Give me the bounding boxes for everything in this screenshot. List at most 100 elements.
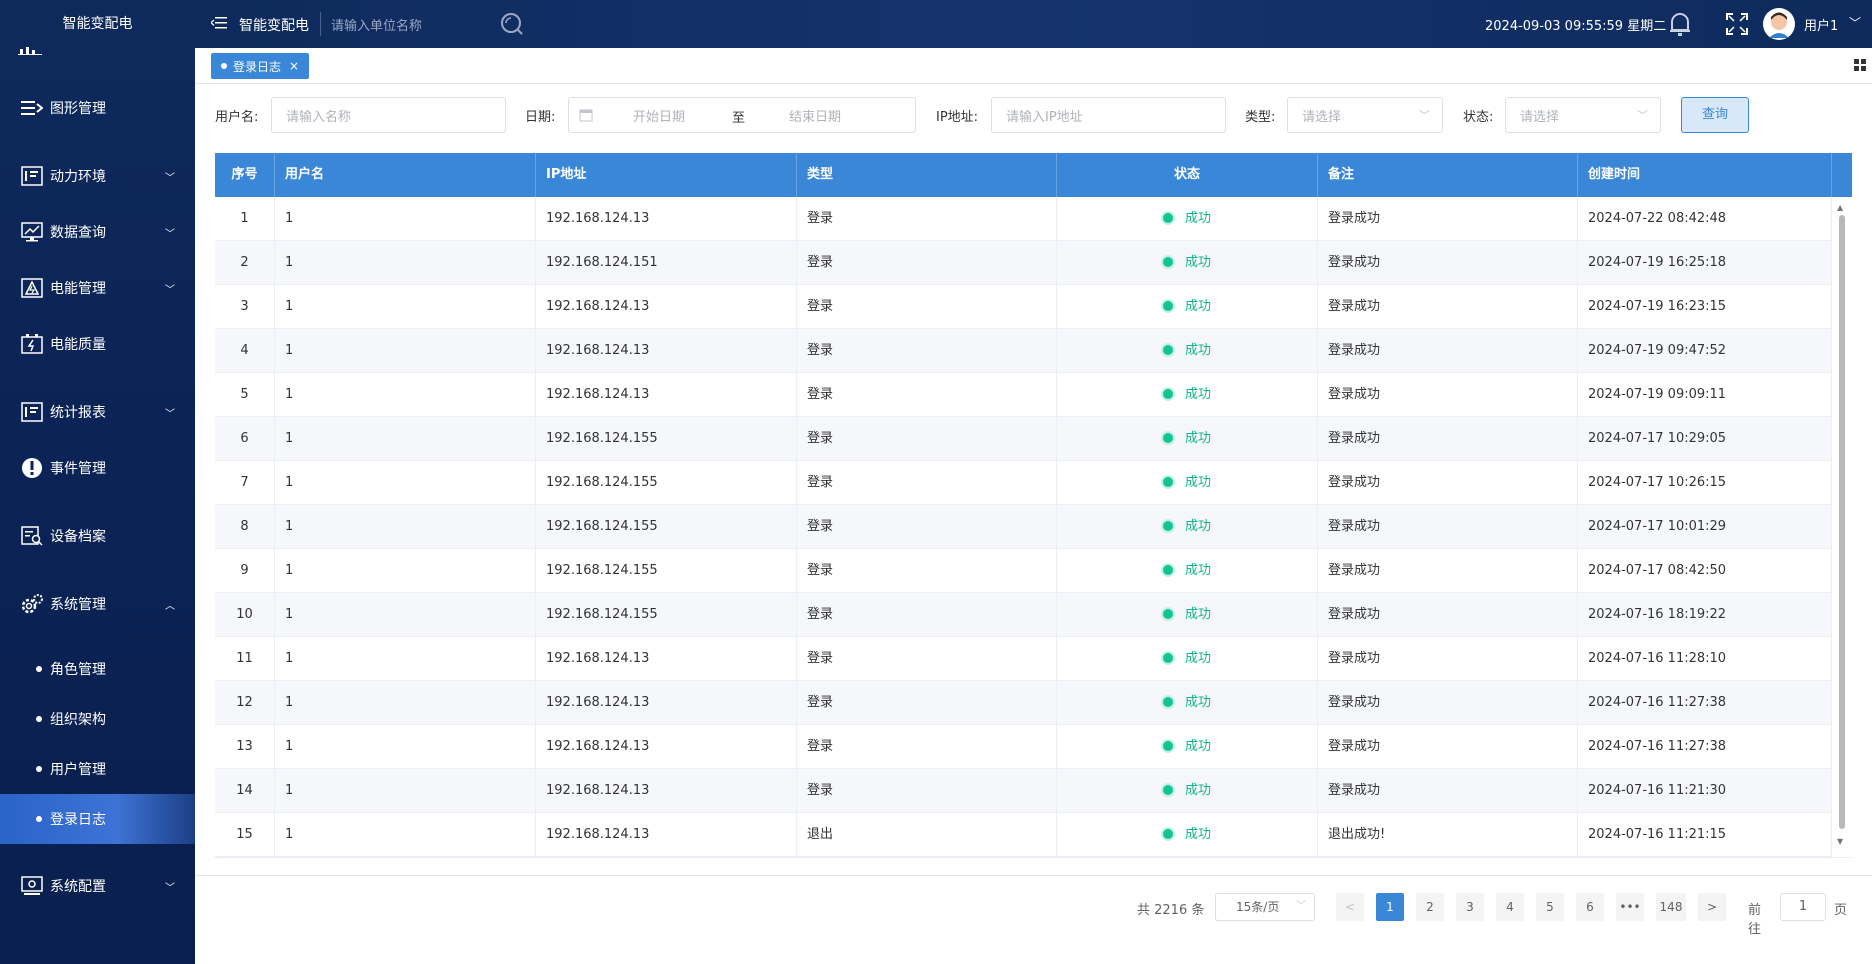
query-button[interactable]: 查询 bbox=[1681, 97, 1749, 133]
grid-menu-icon[interactable] bbox=[1854, 59, 1866, 75]
status-text: 成功 bbox=[1184, 387, 1211, 402]
chevron-down-icon[interactable]: ﹀ bbox=[1849, 14, 1861, 31]
table-row[interactable]: 3 1 192.168.124.13 登录 成功 登录成功 2024-07-19 16:23… bbox=[215, 285, 1832, 329]
sidebar-item-config[interactable]: 系统配置 ﹀ bbox=[0, 866, 195, 906]
sidebar-item-system[interactable]: 系统管理 ︿ bbox=[0, 584, 195, 624]
status-text: 成功 bbox=[1184, 255, 1211, 270]
sidebar-subitem-org[interactable]: 组织架构 bbox=[0, 694, 195, 744]
table-cell: 成功 bbox=[1057, 329, 1318, 373]
tab-login-log[interactable]: 登录日志 × bbox=[211, 53, 310, 79]
menu-collapse-icon[interactable] bbox=[210, 15, 227, 35]
table-cell: 登录成功 bbox=[1318, 285, 1578, 329]
table-row[interactable]: 12 1 192.168.124.13 登录 成功 登录成功 2024-07-16 11:2… bbox=[215, 681, 1832, 725]
tab-dot-icon bbox=[221, 63, 227, 69]
column-header: 用户名 bbox=[275, 153, 536, 197]
table-row[interactable]: 9 1 192.168.124.155 登录 成功 登录成功 2024-07-17 08:4… bbox=[215, 549, 1832, 593]
column-header: 序号 bbox=[215, 153, 275, 197]
close-icon[interactable]: × bbox=[289, 59, 299, 73]
sidebar-item-label: 电能质量 bbox=[50, 337, 106, 353]
status-dot-icon bbox=[1162, 345, 1173, 355]
table-cell: 1 bbox=[275, 681, 536, 725]
page-button[interactable]: 5 bbox=[1536, 893, 1564, 921]
scroll-up-icon[interactable]: ▲ bbox=[1837, 203, 1843, 212]
date-start-placeholder[interactable]: 开始日期 bbox=[633, 106, 685, 125]
status-select[interactable]: 请选择 ﹀ bbox=[1505, 97, 1661, 133]
date-range-picker[interactable]: 开始日期 至 结束日期 bbox=[568, 97, 916, 133]
table-cell: 1 bbox=[275, 197, 536, 241]
sidebar: 智能变配电 图形管理 动力环境 ﹀ 数据查询 ﹀ 电能管理 ﹀ 电能质量 统计报… bbox=[0, 0, 195, 964]
table-cell: 登录 bbox=[797, 285, 1057, 329]
chevron-down-icon: ﹀ bbox=[165, 409, 175, 420]
table-row[interactable]: 2 1 192.168.124.151 登录 成功 登录成功 2024-07-19 16:2… bbox=[215, 241, 1832, 285]
page-size-select[interactable]: 15条/页 ﹀ bbox=[1215, 893, 1315, 921]
table-cell: 12 bbox=[215, 681, 275, 725]
sidebar-subitem-roles[interactable]: 角色管理 bbox=[0, 644, 195, 694]
username-input[interactable]: 请输入名称 bbox=[271, 97, 506, 133]
table-scrollbar[interactable]: ▲ ▼ bbox=[1832, 197, 1852, 857]
chevron-up-icon: ︿ bbox=[165, 601, 175, 612]
bell-icon[interactable] bbox=[1668, 11, 1692, 41]
sidebar-item-graphics[interactable]: 图形管理 bbox=[0, 88, 195, 128]
table-cell: 1 bbox=[275, 549, 536, 593]
sidebar-item-events[interactable]: 事件管理 bbox=[0, 448, 195, 488]
table-row[interactable]: 14 1 192.168.124.13 登录 成功 登录成功 2024-07-16 11:2… bbox=[215, 769, 1832, 813]
table-cell: 1 bbox=[275, 637, 536, 681]
status-text: 成功 bbox=[1184, 299, 1211, 314]
table-row[interactable]: 13 1 192.168.124.13 登录 成功 登录成功 2024-07-16 11:2… bbox=[215, 725, 1832, 769]
user-name[interactable]: 用户1 bbox=[1804, 15, 1838, 34]
table-row[interactable]: 1 1 192.168.124.13 登录 成功 登录成功 2024-07-22 08:42… bbox=[215, 197, 1832, 241]
table-row[interactable]: 15 1 192.168.124.13 退出 成功 退出成功! 2024-07-16 11:… bbox=[215, 813, 1832, 857]
page-button[interactable]: 148 bbox=[1656, 893, 1686, 921]
tabs-bar: 登录日志 × bbox=[195, 48, 1872, 84]
sidebar-item-devices[interactable]: 设备档案 bbox=[0, 516, 195, 556]
page-button[interactable]: 3 bbox=[1456, 893, 1484, 921]
sidebar-item-power-quality[interactable]: 电能质量 bbox=[0, 324, 195, 364]
bullet-icon bbox=[36, 766, 42, 772]
prev-page-button[interactable]: < bbox=[1336, 893, 1364, 921]
sidebar-item-energy[interactable]: 电能管理 ﹀ bbox=[0, 268, 195, 308]
unit-search-input[interactable]: 请输入单位名称 bbox=[331, 15, 422, 34]
table-row[interactable]: 6 1 192.168.124.155 登录 成功 登录成功 2024-07-17 10:2… bbox=[215, 417, 1832, 461]
date-end-placeholder[interactable]: 结束日期 bbox=[789, 106, 841, 125]
table-row[interactable]: 5 1 192.168.124.13 登录 成功 登录成功 2024-07-19 09:09… bbox=[215, 373, 1832, 417]
table-cell: 1 bbox=[275, 329, 536, 373]
monitor-icon bbox=[20, 164, 44, 188]
scroll-thumb[interactable] bbox=[1839, 215, 1845, 829]
sidebar-item-reports[interactable]: 统计报表 ﹀ bbox=[0, 392, 195, 432]
sidebar-item-env[interactable]: 动力环境 ﹀ bbox=[0, 156, 195, 196]
ip-input[interactable]: 请输入IP地址 bbox=[991, 97, 1226, 133]
status-dot-icon bbox=[1162, 477, 1173, 487]
table-cell: 192.168.124.13 bbox=[536, 329, 797, 373]
page-button[interactable]: 2 bbox=[1416, 893, 1444, 921]
fullscreen-icon[interactable] bbox=[1726, 13, 1748, 39]
more-pages-button[interactable]: ••• bbox=[1616, 893, 1644, 921]
next-page-button[interactable]: > bbox=[1698, 893, 1726, 921]
sidebar-item-data-query[interactable]: 数据查询 ﹀ bbox=[0, 212, 195, 252]
table-cell: 成功 bbox=[1057, 461, 1318, 505]
avatar[interactable] bbox=[1763, 8, 1795, 44]
table-cell: 登录成功 bbox=[1318, 681, 1578, 725]
table-cell: 192.168.124.155 bbox=[536, 461, 797, 505]
table-cell: 3 bbox=[215, 285, 275, 329]
table-row[interactable]: 7 1 192.168.124.155 登录 成功 登录成功 2024-07-17 10:2… bbox=[215, 461, 1832, 505]
table-cell: 192.168.124.13 bbox=[536, 681, 797, 725]
table-row[interactable]: 11 1 192.168.124.13 登录 成功 登录成功 2024-07-16 11:2… bbox=[215, 637, 1832, 681]
sidebar-subitem-login-log[interactable]: 登录日志 bbox=[0, 794, 195, 844]
app-title: 智能变配电 bbox=[239, 18, 309, 34]
page-button[interactable]: 4 bbox=[1496, 893, 1524, 921]
goto-page-input[interactable]: 1 bbox=[1780, 893, 1826, 921]
page-button[interactable]: 1 bbox=[1376, 893, 1404, 921]
chevron-down-icon: ﹀ bbox=[165, 285, 175, 296]
table-cell: 登录 bbox=[797, 637, 1057, 681]
table-row[interactable]: 4 1 192.168.124.13 登录 成功 登录成功 2024-07-19 09:47… bbox=[215, 329, 1832, 373]
search-icon[interactable] bbox=[500, 12, 524, 40]
page-button[interactable]: 6 bbox=[1576, 893, 1604, 921]
sidebar-subitem-users[interactable]: 用户管理 bbox=[0, 744, 195, 794]
table-row[interactable]: 10 1 192.168.124.155 登录 成功 登录成功 2024-07-16 18:… bbox=[215, 593, 1832, 637]
status-dot-icon bbox=[1162, 433, 1173, 443]
table-row[interactable]: 8 1 192.168.124.155 登录 成功 登录成功 2024-07-17 10:0… bbox=[215, 505, 1832, 549]
table-cell: 2024-07-17 10:26:15 bbox=[1578, 461, 1832, 505]
type-select[interactable]: 请选择 ﹀ bbox=[1287, 97, 1443, 133]
status-dot-icon bbox=[1162, 741, 1173, 751]
scroll-down-icon[interactable]: ▼ bbox=[1837, 837, 1843, 846]
